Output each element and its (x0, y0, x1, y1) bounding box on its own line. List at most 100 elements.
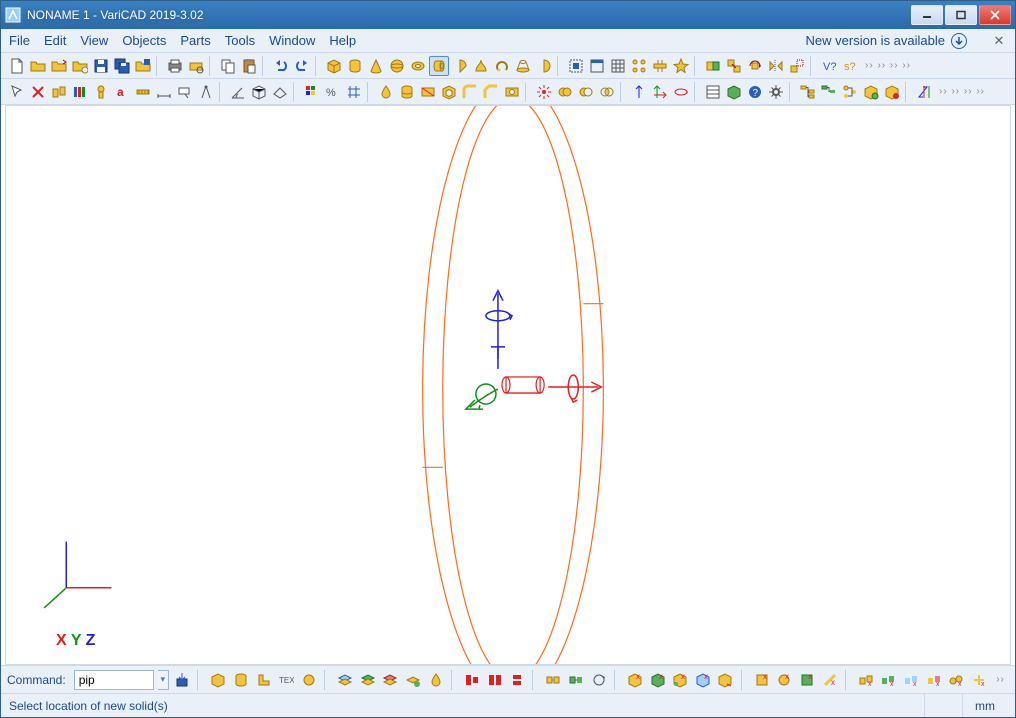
solid-half-icon[interactable] (534, 56, 554, 76)
solid-cone-icon[interactable] (366, 56, 386, 76)
solid-sphere-icon[interactable] (387, 56, 407, 76)
tool-x-icon[interactable] (28, 82, 48, 102)
constrain3-icon[interactable]: x (671, 670, 690, 690)
settings-icon[interactable] (766, 82, 786, 102)
menu-window[interactable]: Window (269, 33, 315, 48)
del2-icon[interactable]: x (775, 670, 794, 690)
tool-dim-icon[interactable] (154, 82, 174, 102)
axis-z-icon[interactable] (629, 82, 649, 102)
menubar-close-icon[interactable]: ✕ (991, 33, 1007, 49)
save-all-icon[interactable] (112, 56, 132, 76)
star-icon[interactable] (671, 56, 691, 76)
attach-icon[interactable] (650, 56, 670, 76)
open-recent-icon[interactable] (49, 56, 69, 76)
command-input[interactable] (74, 670, 154, 690)
constrain4-icon[interactable]: x (693, 670, 712, 690)
view-l-icon[interactable] (254, 670, 273, 690)
tree2-icon[interactable] (819, 82, 839, 102)
tool-measure-icon[interactable] (133, 82, 153, 102)
undo-icon[interactable] (271, 56, 291, 76)
tool-drop-icon[interactable] (376, 82, 396, 102)
close-button[interactable] (979, 5, 1011, 25)
assm6-icon[interactable]: x (970, 670, 989, 690)
assm2-icon[interactable]: x (879, 670, 898, 690)
constrain1-icon[interactable]: x (626, 670, 645, 690)
tree-icon[interactable] (798, 82, 818, 102)
align2-icon[interactable] (485, 670, 504, 690)
minimize-button[interactable] (911, 5, 943, 25)
align1-icon[interactable] (463, 670, 482, 690)
save-icon[interactable] (91, 56, 111, 76)
hash-icon[interactable] (344, 82, 364, 102)
print-icon[interactable] (165, 56, 185, 76)
view-cyl-icon[interactable] (232, 670, 251, 690)
percent-icon[interactable]: % (323, 82, 343, 102)
layer2-icon[interactable] (358, 670, 377, 690)
edit-part-icon[interactable] (587, 56, 607, 76)
boolean-subtract-icon[interactable] (576, 82, 596, 102)
coord-z-icon[interactable] (914, 82, 934, 102)
solid-cylinder-icon[interactable] (345, 56, 365, 76)
redo-icon[interactable] (292, 56, 312, 76)
toolbar-overflow[interactable]: ›› ›› ›› ›› (861, 60, 915, 71)
axis-rot-icon[interactable] (671, 82, 691, 102)
layer1-icon[interactable] (336, 670, 355, 690)
assm4-icon[interactable]: x (924, 670, 943, 690)
tool-library-icon[interactable] (70, 82, 90, 102)
text-icon[interactable]: TEXT (277, 670, 296, 690)
group-icon[interactable] (703, 56, 723, 76)
tool-barrel-icon[interactable] (397, 82, 417, 102)
canvas[interactable]: X Y Z (5, 105, 1011, 665)
constrain5-icon[interactable] (716, 670, 735, 690)
link3-icon[interactable] (589, 670, 608, 690)
help1-icon[interactable]: V? (819, 56, 839, 76)
export-icon[interactable] (173, 670, 192, 690)
layer3-icon[interactable] (381, 670, 400, 690)
tree4-icon[interactable] (861, 82, 881, 102)
assm1-icon[interactable]: x (856, 670, 875, 690)
tool-cursor-icon[interactable] (7, 82, 27, 102)
menu-tools[interactable]: Tools (225, 33, 255, 48)
tool-cut-icon[interactable] (418, 82, 438, 102)
layer5-icon[interactable] (426, 670, 445, 690)
part-list-icon[interactable] (703, 82, 723, 102)
maximize-button[interactable] (945, 5, 977, 25)
open-file-icon[interactable] (28, 56, 48, 76)
solid-box-icon[interactable] (324, 56, 344, 76)
menu-parts[interactable]: Parts (180, 33, 210, 48)
menu-objects[interactable]: Objects (122, 33, 166, 48)
toolbar-overflow[interactable]: ›› ›› ›› ›› (935, 86, 989, 97)
save-as-icon[interactable] (133, 56, 153, 76)
new-file-icon[interactable] (7, 56, 27, 76)
view-sphere-icon[interactable] (300, 670, 319, 690)
tree3-icon[interactable] (840, 82, 860, 102)
paste-icon[interactable] (239, 56, 259, 76)
menu-file[interactable]: File (9, 33, 30, 48)
solid-wedge-icon[interactable] (450, 56, 470, 76)
solid-torus-icon[interactable] (408, 56, 428, 76)
solid-pipe-icon[interactable] (429, 56, 449, 76)
tree5-icon[interactable] (882, 82, 902, 102)
del4-icon[interactable]: x (820, 670, 839, 690)
move-icon[interactable] (724, 56, 744, 76)
tool-prop-icon[interactable] (91, 82, 111, 102)
color-icon[interactable] (302, 82, 322, 102)
open-folder-icon[interactable] (70, 56, 90, 76)
part-green-icon[interactable] (724, 82, 744, 102)
copy-icon[interactable] (218, 56, 238, 76)
tool-fillet-icon[interactable] (460, 82, 480, 102)
toolbar-overflow[interactable]: ›› (992, 674, 1009, 685)
solid-extrude-icon[interactable] (471, 56, 491, 76)
tool-a-icon[interactable]: a (112, 82, 132, 102)
grid-icon[interactable] (608, 56, 628, 76)
tool-shell-icon[interactable] (439, 82, 459, 102)
view-iso-icon[interactable] (249, 82, 269, 102)
help2-icon[interactable]: s? (840, 56, 860, 76)
del3-icon[interactable]: x (798, 670, 817, 690)
tool-group-icon[interactable] (49, 82, 69, 102)
new-version-link[interactable]: New version is available (806, 33, 967, 49)
solid-revolve-icon[interactable] (492, 56, 512, 76)
solid-loft-icon[interactable] (513, 56, 533, 76)
menu-view[interactable]: View (80, 33, 108, 48)
view-plane-icon[interactable] (270, 82, 290, 102)
